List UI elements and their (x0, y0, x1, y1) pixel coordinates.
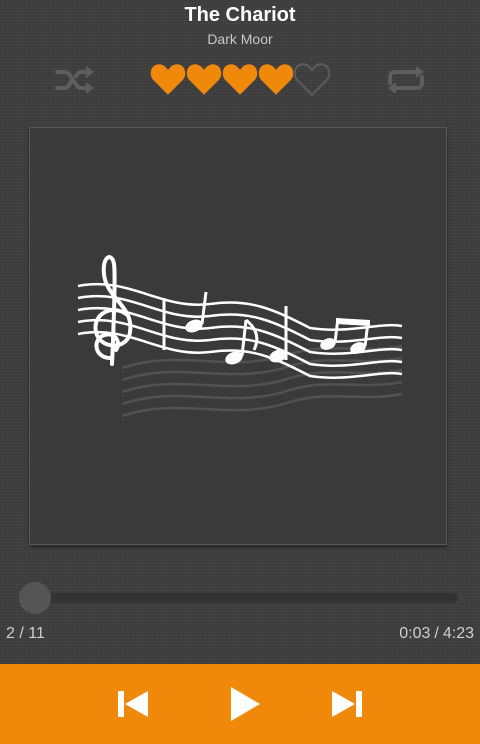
heart-icon[interactable] (258, 62, 294, 96)
skip-previous-icon[interactable] (112, 684, 152, 724)
shuffle-icon[interactable] (54, 63, 96, 97)
play-icon[interactable] (222, 684, 262, 724)
elapsed-time: 0:03 (399, 625, 431, 642)
heart-icon[interactable] (186, 62, 222, 96)
track-position: 2 / 11 (6, 625, 45, 642)
song-title: The Chariot (184, 4, 296, 26)
transport-bar (0, 664, 480, 744)
artist-name: Dark Moor (207, 31, 273, 47)
skip-next-icon[interactable] (326, 684, 366, 724)
time-separator: / (434, 625, 439, 642)
heart-icon[interactable] (222, 62, 258, 96)
total-duration: 4:23 (442, 625, 474, 642)
seek-bar[interactable] (24, 593, 458, 603)
time-display: 0:03/4:23 (399, 625, 474, 643)
seek-thumb[interactable] (19, 582, 52, 614)
heart-icon[interactable] (150, 62, 186, 96)
heart-outline-icon[interactable] (294, 62, 330, 96)
album-art (29, 127, 447, 545)
music-notes-icon (77, 255, 403, 418)
repeat-icon[interactable] (385, 63, 427, 97)
